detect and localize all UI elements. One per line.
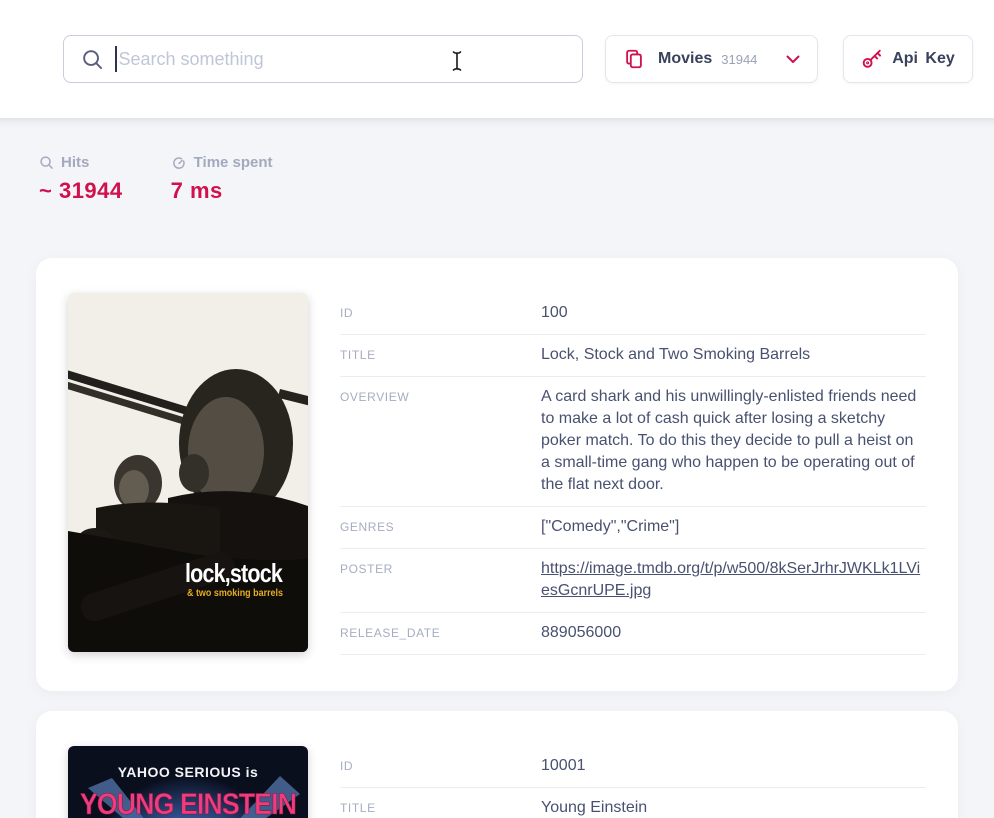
index-selector[interactable]: Movies 31944 <box>605 35 818 83</box>
header: Movies 31944 Api Key <box>0 0 994 118</box>
documents-icon <box>623 48 645 70</box>
hits-value: ~ 31944 <box>39 178 123 204</box>
field-label: POSTER <box>340 558 541 602</box>
field-row-release-date: RELEASE_DATE 889056000 <box>340 613 926 655</box>
field-label: ID <box>340 755 541 777</box>
poster-subtitle-text: & two smoking barrels <box>187 588 283 599</box>
key-icon <box>861 48 883 70</box>
search-box[interactable] <box>63 35 583 83</box>
api-key-button[interactable]: Api Key <box>843 35 973 83</box>
time-spent-stat: Time spent 7 ms <box>171 154 273 204</box>
timer-icon <box>171 155 194 171</box>
field-row-title: TITLE Young Einstein <box>340 788 926 818</box>
poster-tagline-text: YAHOO SERIOUS is <box>118 764 259 780</box>
field-row-title: TITLE Lock, Stock and Two Smoking Barrel… <box>340 335 926 377</box>
results-area: Hits ~ 31944 Time spent 7 ms <box>0 118 994 818</box>
field-label: TITLE <box>340 797 541 818</box>
document-fields: ID 100 TITLE Lock, Stock and Two Smoking… <box>340 293 926 655</box>
field-label: ID <box>340 302 541 324</box>
api-key-label: Api Key <box>892 50 955 68</box>
document-fields: ID 10001 TITLE Young Einstein OVERVIEW A… <box>340 746 926 818</box>
field-row-genres: GENRES ["Comedy","Crime"] <box>340 507 926 549</box>
results-list: lock,stock & two smoking barrels ID 100 … <box>36 258 958 818</box>
field-value: Young Einstein <box>541 797 926 818</box>
field-row-overview: OVERVIEW A card shark and his unwillingl… <box>340 377 926 507</box>
field-label: TITLE <box>340 344 541 366</box>
field-row-id: ID 10001 <box>340 746 926 788</box>
field-value: ["Comedy","Crime"] <box>541 516 926 538</box>
hits-stat: Hits ~ 31944 <box>39 154 123 204</box>
search-icon <box>81 48 104 71</box>
movie-poster-image: lock,stock & two smoking barrels <box>68 293 308 652</box>
field-value: A card shark and his unwillingly-enliste… <box>541 386 926 496</box>
movie-poster-image: YAHOO SERIOUS is YOUNG EINSTEIN <box>68 746 308 818</box>
search-icon <box>39 155 61 170</box>
field-label: OVERVIEW <box>340 386 541 496</box>
result-card: lock,stock & two smoking barrels ID 100 … <box>36 258 958 691</box>
field-value: 100 <box>541 302 926 324</box>
chevron-down-icon <box>786 55 800 64</box>
index-count: 31944 <box>721 52 786 67</box>
meilisearch-mini-dashboard: { "colors": { "accent": "#d0114d", "text… <box>0 0 994 818</box>
time-spent-value: 7 ms <box>171 178 273 204</box>
field-label: RELEASE_DATE <box>340 622 541 644</box>
index-name: Movies <box>658 50 712 68</box>
search-input[interactable] <box>117 36 583 82</box>
result-card: YAHOO SERIOUS is YOUNG EINSTEIN ID 10001… <box>36 711 958 818</box>
poster-title-text: lock,stock <box>185 558 283 588</box>
field-value: 10001 <box>541 755 926 777</box>
stats-bar: Hits ~ 31944 Time spent 7 ms <box>36 154 958 204</box>
field-row-poster: POSTER https://image.tmdb.org/t/p/w500/8… <box>340 549 926 613</box>
hits-label: Hits <box>61 154 89 171</box>
field-label: GENRES <box>340 516 541 538</box>
poster-url-link[interactable]: https://image.tmdb.org/t/p/w500/8kSerJrh… <box>541 558 926 602</box>
field-value: 889056000 <box>541 622 926 644</box>
field-value: Lock, Stock and Two Smoking Barrels <box>541 344 926 366</box>
field-row-id: ID 100 <box>340 293 926 335</box>
poster-title-text: YOUNG EINSTEIN <box>80 788 296 818</box>
time-spent-label: Time spent <box>194 154 273 171</box>
